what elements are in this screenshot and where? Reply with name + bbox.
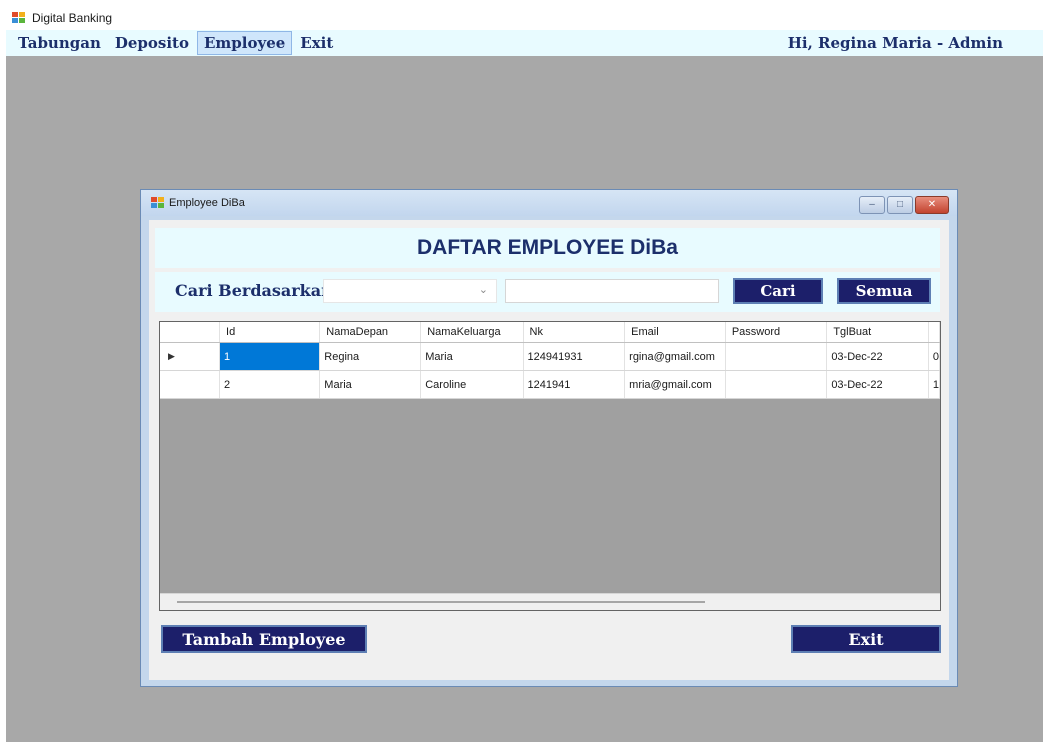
user-greeting: Hi, Regina Maria - Admin bbox=[787, 34, 1003, 52]
column-header[interactable]: Id bbox=[219, 322, 321, 343]
scrollbar-thumb[interactable] bbox=[177, 601, 705, 603]
row-selector[interactable] bbox=[160, 370, 221, 399]
table-cell-overflow[interactable]: 1 bbox=[928, 370, 940, 399]
column-header[interactable]: NamaDepan bbox=[319, 322, 422, 343]
chevron-down-icon[interactable]: ⌄ bbox=[479, 283, 488, 296]
table-cell[interactable]: 2 bbox=[219, 370, 321, 399]
semua-button[interactable]: Semua bbox=[837, 278, 931, 304]
menu-bar: Tabungan Deposito Employee Exit Hi, Regi… bbox=[6, 30, 1043, 56]
table-cell[interactable]: Maria bbox=[319, 370, 422, 399]
search-panel: Cari Berdasarkan ⌄ Cari Semua bbox=[155, 272, 940, 312]
table-cell-overflow[interactable]: 0 bbox=[928, 342, 940, 371]
app-title: Digital Banking bbox=[32, 11, 113, 25]
heading-panel: DAFTAR EMPLOYEE DiBa bbox=[155, 228, 940, 268]
employee-window-client: DAFTAR EMPLOYEE DiBa Cari Berdasarkan ⌄ … bbox=[149, 220, 949, 680]
menu-item-employee[interactable]: Employee bbox=[196, 31, 293, 55]
search-input[interactable] bbox=[505, 279, 719, 303]
page-title: DAFTAR EMPLOYEE DiBa bbox=[417, 236, 678, 259]
cari-button[interactable]: Cari bbox=[733, 278, 823, 304]
menu-item-deposito[interactable]: Deposito bbox=[109, 32, 195, 54]
horizontal-scrollbar[interactable] bbox=[160, 593, 940, 610]
employee-window-title-bar[interactable]: Employee DiBa – □ ✕ bbox=[141, 190, 957, 216]
minimize-icon[interactable]: – bbox=[859, 196, 885, 214]
employee-window-title: Employee DiBa bbox=[169, 197, 245, 209]
column-header[interactable]: TglBuat bbox=[826, 322, 929, 343]
app-icon bbox=[12, 12, 26, 24]
menu-item-tabungan[interactable]: Tabungan bbox=[12, 32, 107, 54]
row-selector-icon[interactable]: ▶ bbox=[160, 342, 221, 371]
menu-item-exit[interactable]: Exit bbox=[294, 32, 339, 54]
table-cell[interactable] bbox=[725, 370, 828, 399]
search-label: Cari Berdasarkan bbox=[175, 281, 333, 300]
close-icon[interactable]: ✕ bbox=[915, 196, 949, 214]
column-header-overflow bbox=[928, 322, 940, 343]
table-cell[interactable]: 1 bbox=[219, 342, 321, 371]
employee-table: Id NamaDepan NamaKeluarga Nk Email Passw… bbox=[160, 322, 940, 399]
column-header[interactable]: Email bbox=[624, 322, 726, 343]
employee-grid[interactable]: Id NamaDepan NamaKeluarga Nk Email Passw… bbox=[159, 321, 941, 611]
restore-icon[interactable]: □ bbox=[887, 196, 913, 214]
main-title-bar: Digital Banking bbox=[6, 6, 1043, 30]
table-cell[interactable]: rgina@gmail.com bbox=[624, 342, 726, 371]
table-cell[interactable]: Regina bbox=[319, 342, 422, 371]
table-cell[interactable]: Caroline bbox=[420, 370, 524, 399]
table-cell[interactable]: 03-Dec-22 bbox=[826, 342, 929, 371]
window-controls: – □ ✕ bbox=[857, 196, 949, 214]
table-cell[interactable]: 124941931 bbox=[523, 342, 626, 371]
employee-window: Employee DiBa – □ ✕ DAFTAR EMPLOYEE DiBa… bbox=[140, 189, 958, 687]
table-cell[interactable]: mria@gmail.com bbox=[624, 370, 726, 399]
exit-button[interactable]: Exit bbox=[791, 625, 941, 653]
table-row[interactable]: 2 Maria Caroline 1241941 mria@gmail.com … bbox=[160, 370, 940, 399]
table-header-row: Id NamaDepan NamaKeluarga Nk Email Passw… bbox=[160, 322, 940, 343]
column-header[interactable]: Password bbox=[725, 322, 828, 343]
column-header[interactable]: Nk bbox=[523, 322, 626, 343]
table-cell[interactable]: 1241941 bbox=[523, 370, 626, 399]
row-header-corner bbox=[160, 322, 221, 343]
tambah-employee-button[interactable]: Tambah Employee bbox=[161, 625, 367, 653]
table-cell[interactable]: 03-Dec-22 bbox=[826, 370, 929, 399]
column-header[interactable]: NamaKeluarga bbox=[420, 322, 524, 343]
search-field-dropdown[interactable]: ⌄ bbox=[323, 279, 497, 303]
table-row[interactable]: ▶ 1 Regina Maria 124941931 rgina@gmail.c… bbox=[160, 342, 940, 371]
table-cell[interactable] bbox=[725, 342, 828, 371]
window-icon bbox=[151, 197, 165, 209]
table-cell[interactable]: Maria bbox=[420, 342, 524, 371]
